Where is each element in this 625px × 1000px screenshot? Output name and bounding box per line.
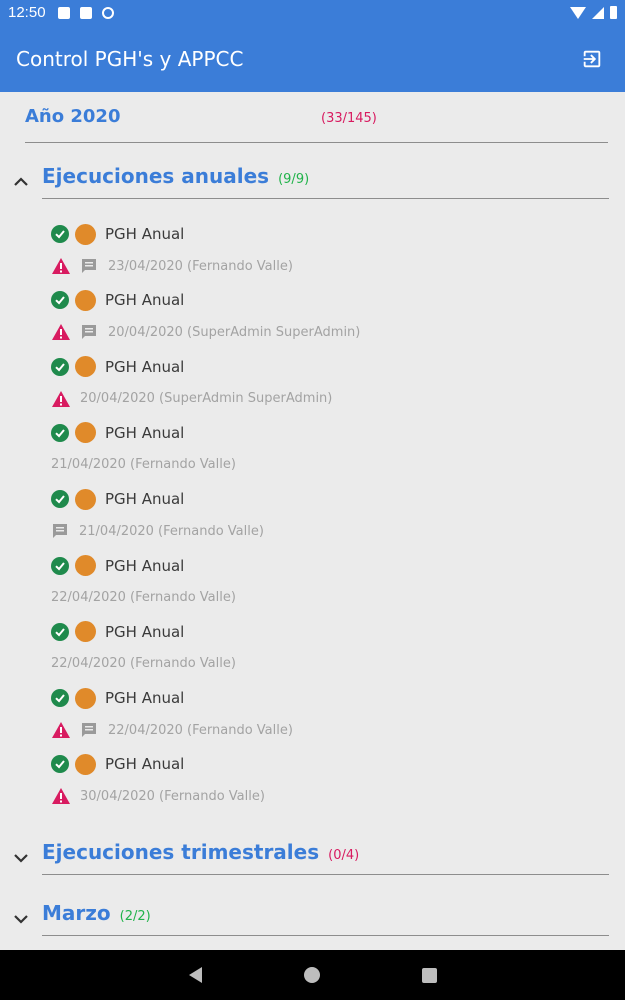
status-dot-icon bbox=[75, 422, 96, 444]
home-icon[interactable] bbox=[303, 967, 320, 983]
section-title: Marzo bbox=[42, 901, 111, 925]
check-circle-icon bbox=[51, 556, 69, 575]
comment-icon[interactable] bbox=[51, 522, 69, 540]
sync-icon bbox=[101, 6, 114, 19]
section-header: Ejecuciones trimestrales (0/4) bbox=[42, 840, 609, 875]
execution-detail: 30/04/2020 (Fernando Valle) bbox=[51, 785, 265, 807]
status-dot-icon bbox=[75, 289, 96, 311]
chevron-up-icon[interactable] bbox=[0, 176, 42, 187]
year-count: (33/145) bbox=[321, 111, 377, 126]
item-label: PGH Anual bbox=[105, 755, 185, 774]
item-label: PGH Anual bbox=[105, 689, 185, 708]
comment-icon[interactable] bbox=[80, 323, 98, 341]
sd-card-icon bbox=[79, 6, 92, 19]
comment-icon[interactable] bbox=[80, 257, 98, 275]
app-bar: Control PGH's y APPCC bbox=[0, 25, 625, 92]
section-ejecuciones-anuales[interactable]: Ejecuciones anuales (9/9) bbox=[0, 164, 609, 199]
section-header: Ejecuciones anuales (9/9) bbox=[42, 164, 609, 199]
execution-detail: 20/04/2020 (SuperAdmin SuperAdmin) bbox=[51, 321, 360, 343]
chevron-down-icon[interactable] bbox=[0, 853, 42, 863]
warning-icon bbox=[51, 323, 71, 341]
item-label: PGH Anual bbox=[105, 556, 185, 575]
status-dot-icon bbox=[75, 753, 96, 775]
item-label: PGH Anual bbox=[105, 490, 185, 509]
section-count: (9/9) bbox=[278, 172, 310, 187]
check-circle-icon bbox=[51, 291, 69, 310]
execution-detail: 20/04/2020 (SuperAdmin SuperAdmin) bbox=[51, 388, 332, 410]
check-circle-icon bbox=[51, 622, 69, 641]
execution-item[interactable]: PGH Anual bbox=[51, 355, 184, 379]
section-marzo[interactable]: Marzo (2/2) bbox=[0, 901, 609, 936]
item-label: PGH Anual bbox=[105, 357, 185, 376]
item-label: PGH Anual bbox=[105, 622, 185, 641]
item-label: PGH Anual bbox=[105, 423, 185, 442]
detail-text: 23/04/2020 (Fernando Valle) bbox=[108, 258, 293, 274]
detail-text: 20/04/2020 (SuperAdmin SuperAdmin) bbox=[108, 324, 361, 340]
detail-text: 21/04/2020 (Fernando Valle) bbox=[51, 457, 236, 473]
status-time: 12:50 bbox=[8, 4, 46, 21]
warning-icon bbox=[51, 721, 71, 739]
execution-detail: 23/04/2020 (Fernando Valle) bbox=[51, 255, 293, 277]
section-count: (0/4) bbox=[328, 848, 360, 863]
status-dot-icon bbox=[75, 488, 96, 510]
item-label: PGH Anual bbox=[105, 225, 185, 243]
back-icon[interactable] bbox=[188, 967, 202, 983]
execution-item[interactable]: PGH Anual bbox=[51, 288, 184, 312]
year-title: Año 2020 bbox=[25, 106, 121, 127]
execution-item[interactable]: PGH Anual bbox=[51, 620, 184, 644]
check-circle-icon bbox=[51, 423, 69, 442]
execution-detail: 22/04/2020 (Fernando Valle) bbox=[51, 653, 236, 675]
check-circle-icon bbox=[51, 225, 69, 243]
detail-text: 22/04/2020 (Fernando Valle) bbox=[108, 722, 293, 738]
detail-text: 22/04/2020 (Fernando Valle) bbox=[51, 656, 236, 672]
battery-icon bbox=[610, 6, 617, 19]
check-circle-icon bbox=[51, 689, 69, 708]
comment-icon[interactable] bbox=[80, 721, 98, 739]
section-ejecuciones-trimestrales[interactable]: Ejecuciones trimestrales (0/4) bbox=[0, 840, 609, 875]
app-title: Control PGH's y APPCC bbox=[16, 46, 244, 71]
detail-text: 22/04/2020 (Fernando Valle) bbox=[51, 590, 236, 605]
execution-detail: 21/04/2020 (Fernando Valle) bbox=[51, 454, 236, 476]
detail-text: 21/04/2020 (Fernando Valle) bbox=[79, 523, 264, 539]
status-dot-icon bbox=[75, 687, 96, 709]
section-title: Ejecuciones anuales bbox=[42, 164, 270, 188]
recent-apps-icon[interactable] bbox=[421, 967, 437, 983]
logout-button[interactable] bbox=[575, 42, 609, 76]
status-bar: 12:50 bbox=[0, 0, 625, 25]
chevron-down-icon[interactable] bbox=[0, 914, 42, 924]
wifi-icon bbox=[570, 6, 586, 19]
year-header[interactable]: Año 2020 (33/145) bbox=[25, 106, 608, 143]
logout-icon bbox=[583, 50, 601, 67]
execution-item[interactable]: PGH Anual bbox=[51, 752, 184, 776]
execution-detail: 21/04/2020 (Fernando Valle) bbox=[51, 520, 264, 542]
execution-detail: 22/04/2020 (Fernando Valle) bbox=[51, 587, 236, 609]
detail-text: 30/04/2020 (Fernando Valle) bbox=[80, 788, 265, 804]
warning-icon bbox=[51, 390, 71, 408]
content-list: Año 2020 (33/145) Ejecuciones anuales (9… bbox=[0, 92, 625, 950]
execution-item[interactable]: PGH Anual bbox=[51, 421, 184, 445]
check-circle-icon bbox=[51, 490, 69, 509]
execution-detail: 22/04/2020 (Fernando Valle) bbox=[51, 719, 293, 741]
execution-item[interactable]: PGH Anual bbox=[51, 487, 184, 511]
check-circle-icon bbox=[51, 755, 69, 774]
execution-item[interactable]: PGH Anual bbox=[51, 222, 184, 246]
status-dot-icon bbox=[75, 621, 96, 643]
warning-icon bbox=[51, 787, 71, 805]
section-header: Marzo (2/2) bbox=[42, 901, 609, 936]
check-circle-icon bbox=[51, 357, 69, 376]
execution-item[interactable]: PGH Anual bbox=[51, 554, 184, 578]
item-label: PGH Anual bbox=[105, 291, 185, 310]
status-dot-icon bbox=[75, 555, 96, 576]
status-dot-icon bbox=[75, 223, 96, 245]
execution-item[interactable]: PGH Anual bbox=[51, 686, 184, 710]
status-dot-icon bbox=[75, 356, 96, 378]
section-count: (2/2) bbox=[119, 909, 151, 924]
navigation-bar bbox=[0, 950, 625, 1000]
warning-icon bbox=[51, 257, 71, 275]
signal-icon bbox=[592, 6, 604, 19]
status-right-icons bbox=[570, 6, 617, 19]
notification-a-icon bbox=[57, 6, 70, 19]
detail-text: 20/04/2020 (SuperAdmin SuperAdmin) bbox=[80, 391, 333, 407]
section-title: Ejecuciones trimestrales bbox=[42, 840, 320, 864]
